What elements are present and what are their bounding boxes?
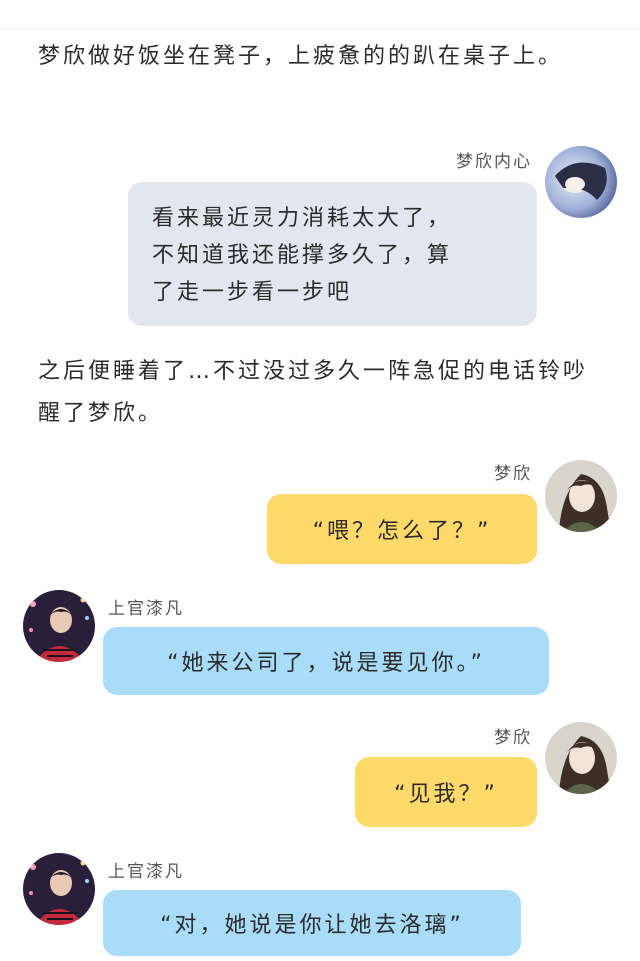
boy-night-avatar-icon[interactable] xyxy=(23,590,95,662)
speaker-name: 上官漆凡 xyxy=(108,599,184,619)
top-divider xyxy=(0,28,640,29)
narration-text: 之后便睡着了…不过没过多久一阵急促的电话铃吵醒了梦欣。 xyxy=(38,359,589,426)
chat-bubble: “见我？” xyxy=(355,757,537,827)
girl-avatar-icon[interactable] xyxy=(545,460,617,532)
message-line: 看来最近灵力消耗太大了， xyxy=(152,206,453,231)
speaker-name: 梦欣 xyxy=(494,728,532,748)
chat-bubble: “她来公司了，说是要见你。” xyxy=(103,627,549,695)
speaker-name: 梦欣 xyxy=(494,464,532,484)
speaker-name: 上官漆凡 xyxy=(108,862,184,882)
speaker-name: 梦欣内心 xyxy=(456,152,532,172)
chat-bubble: “对，她说是你让她去洛璃” xyxy=(103,890,521,956)
message-line: 不知道我还能撑多久了，算 xyxy=(152,243,453,268)
message-text: “见我？” xyxy=(394,782,498,807)
narration-text: 梦欣做好饭坐在凳子，上疲惫的的趴在桌子上。 xyxy=(38,44,564,69)
sleeping-girl-avatar-icon[interactable] xyxy=(545,146,617,218)
message-text: “喂？怎么了？” xyxy=(312,519,492,544)
message-text: “对，她说是你让她去洛璃” xyxy=(160,913,464,938)
chat-bubble: “喂？怎么了？” xyxy=(267,494,537,564)
boy-night-avatar-icon[interactable] xyxy=(23,853,95,925)
girl-avatar-icon[interactable] xyxy=(545,722,617,794)
message-line: 了走一步看一步吧 xyxy=(152,280,353,305)
message-text: “她来公司了，说是要见你。” xyxy=(167,651,485,676)
chat-bubble: 看来最近灵力消耗太大了， 不知道我还能撑多久了，算 了走一步看一步吧 xyxy=(128,182,537,326)
